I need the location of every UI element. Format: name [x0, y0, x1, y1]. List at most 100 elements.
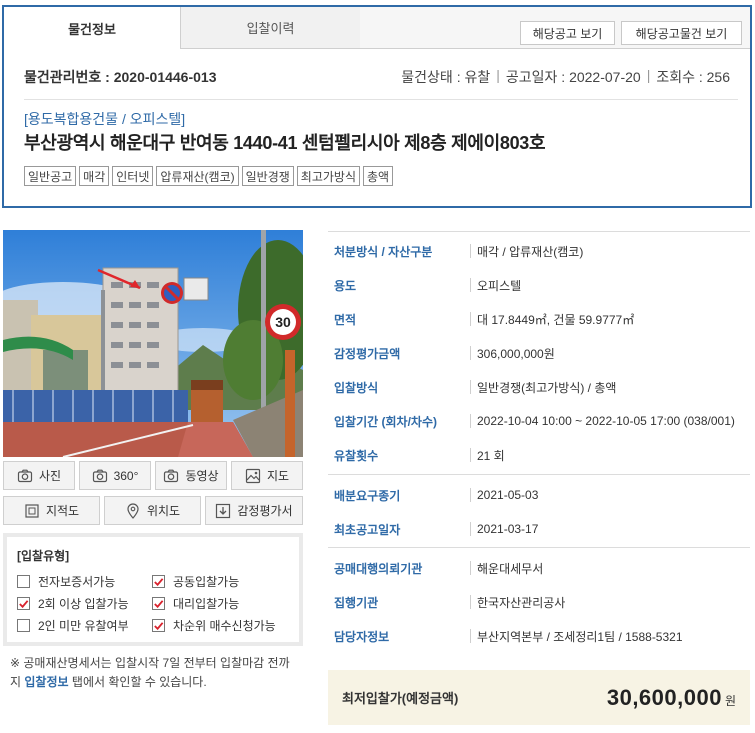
camera-icon [164, 469, 179, 482]
speed-limit-sign: 30 [275, 314, 291, 330]
info-value: 오피스텔 [470, 278, 521, 293]
appraisal-report-button[interactable]: 감정평가서 [205, 496, 303, 525]
bid-type-option: 대리입찰가능 [152, 595, 239, 612]
bid-type-label: 차순위 매수신청가능 [173, 619, 276, 633]
info-key: 감정평가금액 [334, 346, 401, 361]
check-icon [19, 599, 29, 608]
minimum-bid-value: 30,600,000 [606, 684, 722, 710]
info-key: 집행기관 [334, 595, 379, 610]
info-row-appraisal: 감정평가금액 306,000,000원 [328, 336, 750, 370]
info-value: 306,000,000원 [470, 346, 555, 361]
notice-text-part2: 탭에서 확인할 수 있습니다. [71, 675, 207, 689]
checkbox-checked[interactable] [17, 597, 30, 610]
checkbox-checked[interactable] [152, 619, 165, 632]
info-value: 2021-03-17 [470, 522, 538, 536]
info-key: 배분요구종기 [334, 488, 401, 503]
info-value: 한국자산관리공사 [470, 595, 565, 610]
video-button-label: 동영상 [185, 469, 219, 483]
checkbox-unchecked[interactable] [17, 575, 30, 588]
check-icon [154, 621, 164, 630]
minimum-bid-label: 최저입찰가(예정금액) [342, 691, 459, 706]
checkbox-unchecked[interactable] [17, 619, 30, 632]
item-summary-panel: 물건정보 입찰이력 해당공고 보기 해당공고물건 보기 물건관리번호 : 202… [2, 5, 752, 208]
frame-icon [25, 503, 39, 518]
info-key: 입찰방식 [334, 380, 379, 395]
info-row-distribution-deadline: 배분요구종기 2021-05-03 [328, 478, 750, 512]
divider [24, 99, 738, 100]
info-value: 2021-05-03 [470, 488, 538, 502]
usage-category: [용도복합용건물 / 오피스텔] [24, 111, 186, 127]
video-button[interactable]: 동영상 [155, 461, 227, 490]
checkbox-checked[interactable] [152, 575, 165, 588]
info-row-use: 용도 오피스텔 [328, 268, 750, 302]
map-button[interactable]: 지도 [231, 461, 303, 490]
view-360-button-label: 360° [113, 468, 139, 483]
info-key: 입찰기간 (회차/차수) [334, 414, 437, 429]
bid-type-label: 2회 이상 입찰가능 [38, 597, 129, 611]
check-icon [154, 599, 164, 608]
view-notice-items-button[interactable]: 해당공고물건 보기 [621, 21, 742, 45]
info-value: 일반경쟁(최고가방식) / 총액 [470, 380, 616, 395]
info-key: 처분방식 / 자산구분 [334, 244, 433, 259]
info-row-first-notice: 최초공고일자 2021-03-17 [328, 512, 750, 546]
tab-item-info[interactable]: 물건정보 [4, 7, 180, 49]
divider [328, 231, 750, 232]
view-360-button[interactable]: 360° [79, 461, 151, 490]
street-photo-image: 30 [3, 230, 303, 457]
info-value: 대 17.8449㎡, 건물 59.9777㎡ [470, 312, 634, 327]
info-value: 매각 / 압류재산(캠코) [470, 244, 583, 259]
bid-info-link[interactable]: 입찰정보 [24, 675, 68, 689]
photo-button[interactable]: 사진 [3, 461, 75, 490]
item-status: 물건상태 : 유찰 [401, 69, 491, 85]
tag: 일반공고 [24, 166, 77, 186]
tag: 총액 [363, 166, 394, 186]
meta-separator: | [496, 67, 500, 83]
check-icon [154, 577, 164, 586]
download-icon [216, 503, 231, 518]
view-notice-button[interactable]: 해당공고 보기 [520, 21, 615, 45]
item-number: 물건관리번호 : 2020-01446-013 [24, 69, 217, 85]
item-meta-row: 물건관리번호 : 2020-01446-013 물건상태 : 유찰 | 공고일자… [24, 67, 730, 87]
info-row-area: 면적 대 17.8449㎡, 건물 59.9777㎡ [328, 302, 750, 336]
checkbox-checked[interactable] [152, 597, 165, 610]
tab-bid-history[interactable]: 입찰이력 [180, 7, 360, 49]
info-row-agency: 공매대행의뢰기관 해운대세무서 [328, 551, 750, 585]
bid-type-title: [입찰유형] [17, 549, 70, 563]
info-row-bid-method: 입찰방식 일반경쟁(최고가방식) / 총액 [328, 370, 750, 404]
camera-icon [92, 469, 107, 482]
cadastral-map-button[interactable]: 지적도 [3, 496, 100, 525]
item-meta-right: 물건상태 : 유찰 | 공고일자 : 2022-07-20 | 조회수 : 25… [401, 67, 730, 87]
location-pin-icon [127, 502, 139, 519]
tag-list: 일반공고 매각 인터넷 압류재산(캠코) 일반경쟁 최고가방식 총액 [24, 166, 394, 186]
bid-type-label: 공동입찰가능 [173, 575, 240, 589]
photo-button-label: 사진 [38, 469, 62, 483]
property-address: 부산광역시 해운대구 반여동 1440-41 센텀펠리시아 제8층 제에이803… [24, 133, 546, 153]
bid-type-label: 대리입찰가능 [173, 597, 240, 611]
camera-icon [17, 469, 33, 482]
info-key: 면적 [334, 312, 357, 327]
appraisal-report-button-label: 감정평가서 [237, 504, 293, 518]
tag: 인터넷 [112, 166, 154, 186]
divider [328, 474, 750, 475]
notice-date: 공고일자 : 2022-07-20 [505, 69, 641, 85]
map-image-icon [245, 468, 261, 483]
bid-type-box: [입찰유형] 전자보증서가능 공동입찰가능 2회 이상 입찰가능 대리입찰가능 … [3, 533, 303, 646]
bid-type-label: 전자보증서가능 [38, 575, 116, 589]
bid-type-option: 공동입찰가능 [152, 573, 239, 590]
property-photo[interactable]: 30 [3, 230, 303, 457]
info-value: 21 회 [470, 448, 505, 463]
bid-type-option: 전자보증서가능 [17, 573, 115, 590]
tag: 최고가방식 [296, 166, 360, 186]
info-key: 용도 [334, 278, 357, 293]
bid-type-option: 차순위 매수신청가능 [152, 617, 276, 634]
location-map-button[interactable]: 위치도 [104, 496, 201, 525]
info-key: 담당자정보 [334, 629, 390, 644]
bid-type-label: 2인 미만 유찰여부 [38, 619, 129, 633]
info-row-disposal: 처분방식 / 자산구분 매각 / 압류재산(캠코) [328, 234, 750, 268]
tag: 매각 [79, 166, 110, 186]
info-row-manager: 담당자정보 부산지역본부 / 조세정리1팀 / 1588-5321 [328, 619, 750, 653]
tag: 압류재산(캠코) [156, 166, 239, 186]
currency-unit: 원 [724, 694, 736, 708]
bid-type-option: 2회 이상 입찰가능 [17, 595, 129, 612]
map-button-label: 지도 [266, 469, 290, 483]
